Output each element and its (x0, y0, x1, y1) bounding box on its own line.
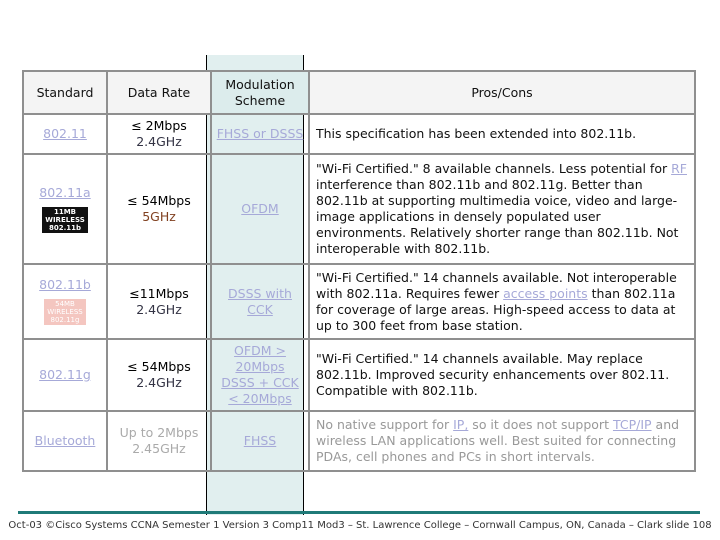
link-802-11[interactable]: 802.11 (43, 126, 87, 141)
link-fhss-dsss[interactable]: FHSS or DSSS (217, 126, 304, 141)
freq: 2.4GHz (136, 301, 182, 317)
freq: 5GHz (142, 209, 176, 224)
footer-text: Oct-03 ©Cisco Systems CCNA Semester 1 Ve… (8, 520, 712, 531)
pros-cons: "Wi-Fi Certified." 8 available channels.… (308, 153, 696, 265)
freq: 2.4GHz (136, 134, 182, 149)
link-802-11b[interactable]: 802.11b (39, 277, 91, 292)
link-rf[interactable]: RF (671, 161, 687, 176)
link-access-points[interactable]: access points (503, 286, 588, 301)
link-dsss-cck[interactable]: DSSS with CCK (228, 286, 292, 317)
link-dsss-cck[interactable]: DSSS + CCK (221, 375, 299, 390)
rate: ≤ 2Mbps (131, 118, 187, 133)
pros-cons: No native support for IP, so it does not… (308, 410, 696, 472)
header-pros: Pros/Cons (308, 70, 696, 115)
text: "Wi-Fi Certified." 8 available channels.… (316, 161, 672, 176)
header-standard: Standard (22, 70, 108, 115)
rate: ≤ 54Mbps (127, 193, 191, 208)
link-lt-20mbps[interactable]: < 20Mbps (228, 391, 292, 406)
link-802-11a[interactable]: 802.11a (39, 185, 90, 200)
table-row: 802.11a 11MB WIRELESS 802.11b ≤ 54Mbps 5GHz … (22, 153, 696, 265)
link-tcp-ip[interactable]: TCP/IP (613, 417, 652, 432)
link-ofdm[interactable]: OFDM (241, 201, 278, 216)
pros-cons: "Wi-Fi Certified." 14 channels available… (308, 338, 696, 412)
link-fhss[interactable]: FHSS (244, 433, 276, 448)
wireless-54mb-logo: 54MB WIRELESS 802.11g (44, 299, 86, 325)
pros-cons: This specification has been extended int… (308, 113, 696, 155)
header-mod: Modulation Scheme (210, 70, 310, 115)
link-ofdm-gt[interactable]: OFDM > (234, 343, 286, 358)
table-row: 802.11 ≤ 2Mbps 2.4GHz FHSS or DSSS This s… (22, 113, 696, 155)
link-20mbps[interactable]: 20Mbps (235, 359, 284, 374)
rate: ≤ 54Mbps (127, 359, 191, 374)
text: interference than 802.11b and 802.11g. B… (316, 177, 679, 256)
text: so it does not support (468, 417, 613, 432)
footer-rule (18, 511, 700, 514)
table-row: Bluetooth Up to 2Mbps 2.45GHz FHSS No nat… (22, 410, 696, 472)
header-rate: Data Rate (106, 70, 212, 115)
link-802-11g[interactable]: 802.11g (39, 367, 91, 382)
header-row: Standard Data Rate Modulation Scheme Pro… (22, 70, 696, 115)
link-ip[interactable]: IP, (453, 417, 468, 432)
freq: 2.45GHz (132, 441, 186, 456)
freq: 2.4GHz (136, 375, 182, 390)
table-row: 802.11b 54MB WIRELESS 802.11g ≤11Mbps 2.4GHz… (22, 263, 696, 340)
pros-cons: "Wi-Fi Certified." 14 channels available… (308, 263, 696, 340)
text: No native support for (316, 417, 454, 432)
rate: ≤11Mbps (129, 285, 189, 301)
wireless-11mb-logo: 11MB WIRELESS 802.11b (42, 206, 88, 233)
table-row: 802.11g ≤ 54Mbps 2.4GHz OFDM >20Mbps DSSS … (22, 338, 696, 412)
rate: Up to 2Mbps (119, 425, 199, 440)
wireless-standards-table: Standard Data Rate Modulation Scheme Pro… (22, 70, 696, 472)
link-bluetooth[interactable]: Bluetooth (35, 433, 96, 448)
